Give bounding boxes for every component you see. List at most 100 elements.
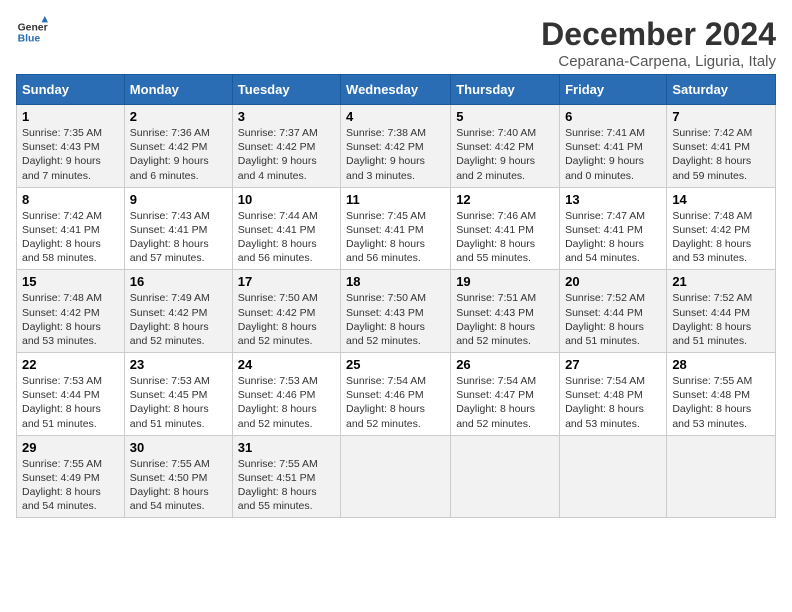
page-header: General Blue December 2024 Ceparana-Carp… [16,16,776,70]
day-number: 3 [238,109,335,124]
calendar-cell: 29Sunrise: 7:55 AM Sunset: 4:49 PM Dayli… [17,435,125,518]
day-info: Sunrise: 7:54 AM Sunset: 4:46 PM Dayligh… [346,375,426,430]
calendar-cell [560,435,667,518]
calendar-cell: 12 Sunrise: 7:46 AM Sunset: 4:41 PM Dayli… [451,187,560,270]
day-number: 12 [456,192,554,207]
day-header-monday: Monday [124,75,232,105]
day-info: Sunrise: 7:51 AM Sunset: 4:43 PM Dayligh… [456,292,536,347]
day-number: 21 [672,274,770,289]
day-info: Sunrise: 7:38 AM Sunset: 4:42 PM Dayligh… [346,127,426,182]
day-number: 5 [456,109,554,124]
calendar-cell: 28Sunrise: 7:55 AM Sunset: 4:48 PM Dayli… [667,353,776,436]
day-info: Sunrise: 7:35 AM Sunset: 4:43 PM Dayligh… [22,127,102,182]
calendar-cell: 4Sunrise: 7:38 AM Sunset: 4:42 PM Daylig… [341,105,451,188]
calendar-cell: 9 Sunrise: 7:43 AM Sunset: 4:41 PM Daylig… [124,187,232,270]
day-header-sunday: Sunday [17,75,125,105]
calendar-cell: 5 Sunrise: 7:40 AM Sunset: 4:42 PM Daylig… [451,105,560,188]
logo-icon: General Blue [16,16,48,48]
day-number: 29 [22,440,119,455]
calendar-cell: 2Sunrise: 7:36 AM Sunset: 4:42 PM Daylig… [124,105,232,188]
day-number: 30 [130,440,227,455]
calendar-cell [451,435,560,518]
calendar-cell: 24Sunrise: 7:53 AM Sunset: 4:46 PM Dayli… [232,353,340,436]
day-number: 11 [346,192,445,207]
day-info: Sunrise: 7:53 AM Sunset: 4:46 PM Dayligh… [238,375,318,430]
day-header-thursday: Thursday [451,75,560,105]
calendar-cell: 23 Sunrise: 7:53 AM Sunset: 4:45 PM Dayli… [124,353,232,436]
calendar-cell: 30 Sunrise: 7:55 AM Sunset: 4:50 PM Dayli… [124,435,232,518]
calendar-cell: 13 Sunrise: 7:47 AM Sunset: 4:41 PM Dayli… [560,187,667,270]
day-header-friday: Friday [560,75,667,105]
day-info: Sunrise: 7:52 AM Sunset: 4:44 PM Dayligh… [672,292,752,347]
calendar-cell: 15 Sunrise: 7:48 AM Sunset: 4:42 PM Dayli… [17,270,125,353]
calendar-cell [667,435,776,518]
calendar-cell: 6Sunrise: 7:41 AM Sunset: 4:41 PM Daylig… [560,105,667,188]
day-info: Sunrise: 7:50 AM Sunset: 4:43 PM Dayligh… [346,292,426,347]
day-number: 8 [22,192,119,207]
calendar-cell: 22Sunrise: 7:53 AM Sunset: 4:44 PM Dayli… [17,353,125,436]
day-number: 23 [130,357,227,372]
day-number: 15 [22,274,119,289]
day-info: Sunrise: 7:48 AM Sunset: 4:42 PM Dayligh… [22,292,102,347]
day-info: Sunrise: 7:54 AM Sunset: 4:48 PM Dayligh… [565,375,645,430]
main-title: December 2024 [541,16,776,53]
calendar-cell: 16 Sunrise: 7:49 AM Sunset: 4:42 PM Dayli… [124,270,232,353]
day-info: Sunrise: 7:37 AM Sunset: 4:42 PM Dayligh… [238,127,318,182]
day-number: 6 [565,109,661,124]
calendar-cell: 18Sunrise: 7:50 AM Sunset: 4:43 PM Dayli… [341,270,451,353]
calendar-cell: 20Sunrise: 7:52 AM Sunset: 4:44 PM Dayli… [560,270,667,353]
day-number: 13 [565,192,661,207]
day-info: Sunrise: 7:46 AM Sunset: 4:41 PM Dayligh… [456,210,536,265]
day-number: 7 [672,109,770,124]
calendar-cell: 26 Sunrise: 7:54 AM Sunset: 4:47 PM Dayli… [451,353,560,436]
logo: General Blue [16,16,48,48]
day-info: Sunrise: 7:53 AM Sunset: 4:45 PM Dayligh… [130,375,210,430]
calendar-cell: 27Sunrise: 7:54 AM Sunset: 4:48 PM Dayli… [560,353,667,436]
day-info: Sunrise: 7:43 AM Sunset: 4:41 PM Dayligh… [130,210,210,265]
day-info: Sunrise: 7:55 AM Sunset: 4:51 PM Dayligh… [238,458,318,513]
day-info: Sunrise: 7:47 AM Sunset: 4:41 PM Dayligh… [565,210,645,265]
day-info: Sunrise: 7:50 AM Sunset: 4:42 PM Dayligh… [238,292,318,347]
calendar-cell: 14 Sunrise: 7:48 AM Sunset: 4:42 PM Dayli… [667,187,776,270]
calendar-cell: 19 Sunrise: 7:51 AM Sunset: 4:43 PM Dayli… [451,270,560,353]
calendar-body: 1 Sunrise: 7:35 AM Sunset: 4:43 PM Daylig… [17,105,776,518]
day-info: Sunrise: 7:42 AM Sunset: 4:41 PM Dayligh… [22,210,102,265]
day-number: 9 [130,192,227,207]
day-info: Sunrise: 7:54 AM Sunset: 4:47 PM Dayligh… [456,375,536,430]
day-number: 16 [130,274,227,289]
day-number: 26 [456,357,554,372]
day-number: 19 [456,274,554,289]
day-info: Sunrise: 7:40 AM Sunset: 4:42 PM Dayligh… [456,127,536,182]
day-info: Sunrise: 7:48 AM Sunset: 4:42 PM Dayligh… [672,210,752,265]
week-row-1: 1 Sunrise: 7:35 AM Sunset: 4:43 PM Daylig… [17,105,776,188]
calendar-cell: 10Sunrise: 7:44 AM Sunset: 4:41 PM Dayli… [232,187,340,270]
day-number: 28 [672,357,770,372]
day-info: Sunrise: 7:44 AM Sunset: 4:41 PM Dayligh… [238,210,318,265]
day-info: Sunrise: 7:55 AM Sunset: 4:50 PM Dayligh… [130,458,210,513]
day-info: Sunrise: 7:52 AM Sunset: 4:44 PM Dayligh… [565,292,645,347]
week-row-5: 29Sunrise: 7:55 AM Sunset: 4:49 PM Dayli… [17,435,776,518]
day-header-tuesday: Tuesday [232,75,340,105]
day-info: Sunrise: 7:45 AM Sunset: 4:41 PM Dayligh… [346,210,426,265]
calendar-cell: 7Sunrise: 7:42 AM Sunset: 4:41 PM Daylig… [667,105,776,188]
day-number: 14 [672,192,770,207]
day-info: Sunrise: 7:49 AM Sunset: 4:42 PM Dayligh… [130,292,210,347]
calendar-cell: 8 Sunrise: 7:42 AM Sunset: 4:41 PM Daylig… [17,187,125,270]
calendar-table: SundayMondayTuesdayWednesdayThursdayFrid… [16,74,776,518]
day-info: Sunrise: 7:36 AM Sunset: 4:42 PM Dayligh… [130,127,210,182]
calendar-cell: 11 Sunrise: 7:45 AM Sunset: 4:41 PM Dayli… [341,187,451,270]
day-header-wednesday: Wednesday [341,75,451,105]
calendar-header-row: SundayMondayTuesdayWednesdayThursdayFrid… [17,75,776,105]
calendar-cell: 1 Sunrise: 7:35 AM Sunset: 4:43 PM Daylig… [17,105,125,188]
day-number: 1 [22,109,119,124]
calendar-cell: 3 Sunrise: 7:37 AM Sunset: 4:42 PM Daylig… [232,105,340,188]
title-block: December 2024 Ceparana-Carpena, Liguria,… [541,16,776,70]
day-number: 25 [346,357,445,372]
calendar-cell: 25 Sunrise: 7:54 AM Sunset: 4:46 PM Dayli… [341,353,451,436]
calendar-cell: 17Sunrise: 7:50 AM Sunset: 4:42 PM Dayli… [232,270,340,353]
week-row-3: 15 Sunrise: 7:48 AM Sunset: 4:42 PM Dayli… [17,270,776,353]
week-row-4: 22Sunrise: 7:53 AM Sunset: 4:44 PM Dayli… [17,353,776,436]
day-number: 22 [22,357,119,372]
calendar-cell: 31Sunrise: 7:55 AM Sunset: 4:51 PM Dayli… [232,435,340,518]
week-row-2: 8 Sunrise: 7:42 AM Sunset: 4:41 PM Daylig… [17,187,776,270]
